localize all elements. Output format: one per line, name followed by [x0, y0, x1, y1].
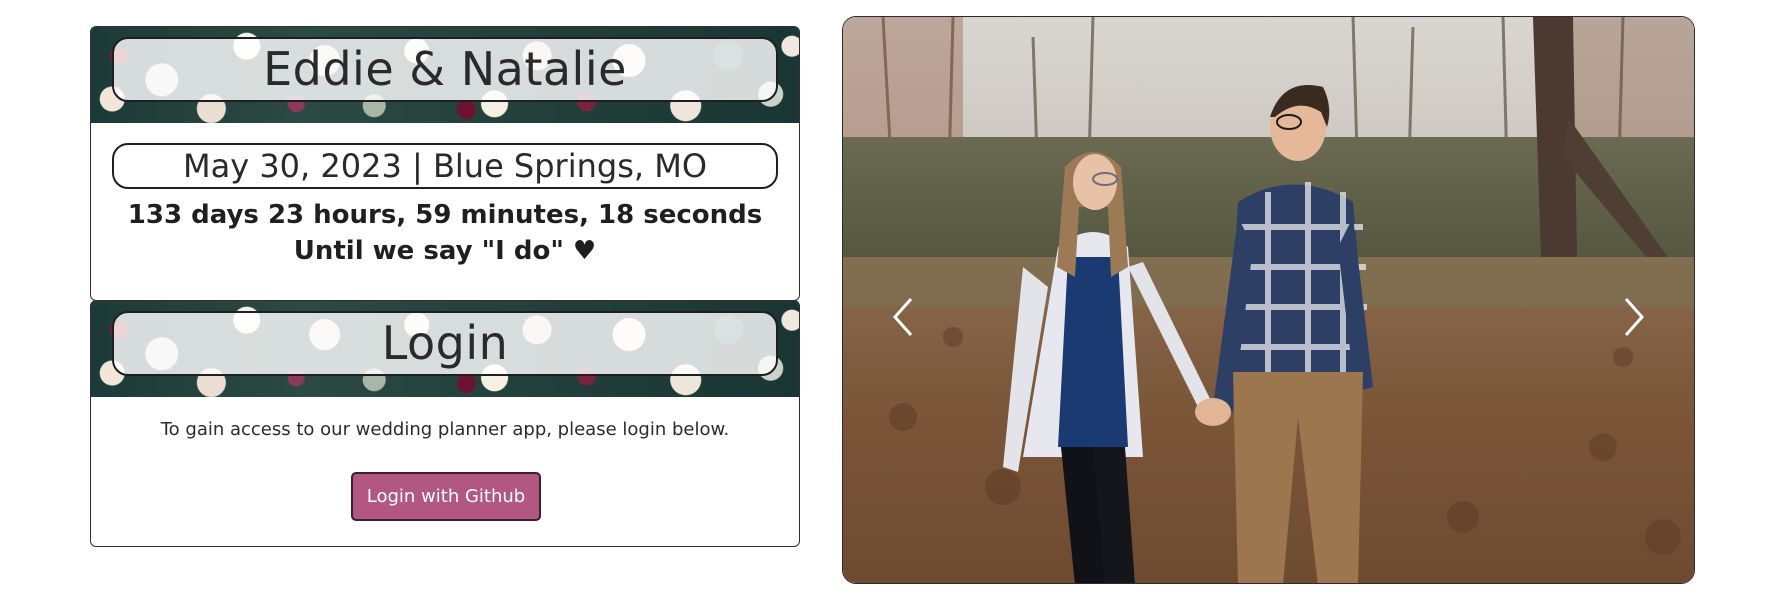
floral-banner: Eddie & Natalie: [91, 27, 799, 123]
floral-banner: Login: [91, 301, 799, 397]
couple-title: Eddie & Natalie: [112, 37, 778, 102]
photo-carousel: [842, 16, 1695, 584]
login-title: Login: [112, 311, 778, 376]
countdown: 133 days 23 hours, 59 minutes, 18 second…: [91, 197, 799, 269]
login-instructions: To gain access to our wedding planner ap…: [160, 419, 730, 440]
countdown-caption: Until we say "I do" ♥: [293, 236, 597, 266]
chevron-right-icon[interactable]: [1614, 287, 1654, 347]
chevron-left-icon[interactable]: [883, 287, 923, 347]
date-location: May 30, 2023 | Blue Springs, MO: [112, 143, 778, 189]
couple-photo: [843, 17, 1694, 583]
wedding-info-card: Eddie & Natalie May 30, 2023 | Blue Spri…: [90, 26, 800, 301]
login-card: Login To gain access to our wedding plan…: [90, 300, 800, 547]
countdown-time: 133 days 23 hours, 59 minutes, 18 second…: [127, 200, 763, 230]
login-github-button[interactable]: Login with Github: [351, 472, 541, 521]
